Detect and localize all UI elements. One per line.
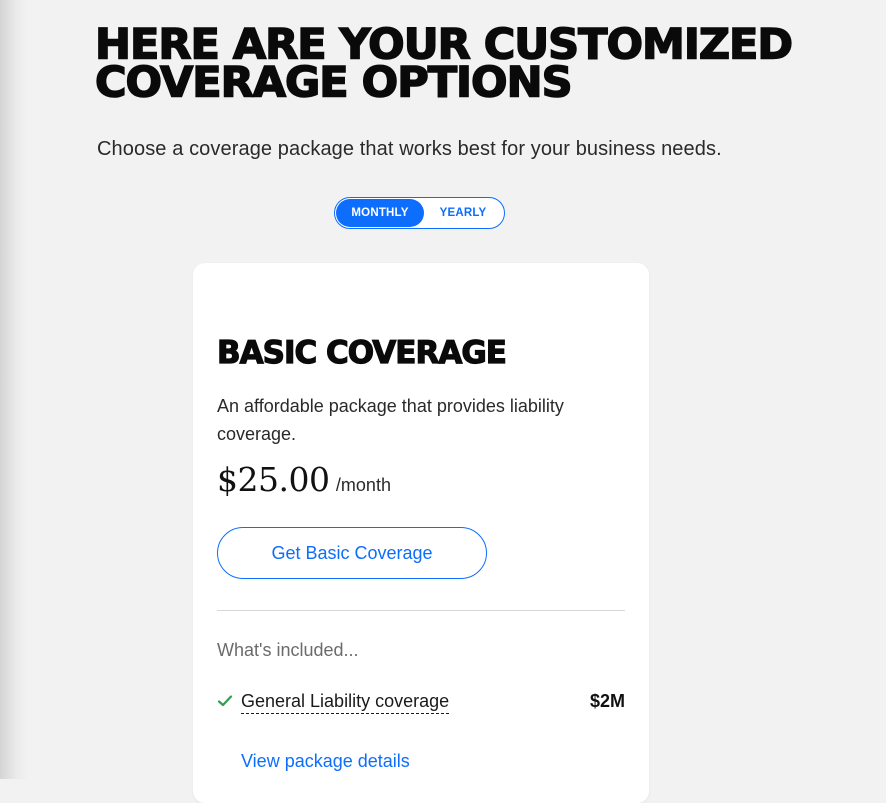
- check-icon: [217, 695, 233, 707]
- package-card: BASIC COVERAGE An affordable package tha…: [193, 263, 649, 803]
- included-label: What's included...: [217, 640, 359, 660]
- price-period: /month: [335, 475, 391, 495]
- package-title: BASIC COVERAGE: [216, 334, 507, 371]
- left-edge-shadow: [0, 0, 28, 779]
- toggle-monthly[interactable]: MONTHLY: [336, 199, 424, 227]
- toggle-yearly[interactable]: YEARLY: [424, 199, 502, 227]
- get-basic-coverage-button[interactable]: Get Basic Coverage: [217, 527, 487, 579]
- page-subtitle: Choose a coverage package that works bes…: [97, 138, 722, 160]
- divider: [217, 610, 625, 611]
- package-price: $25.00: [217, 460, 330, 499]
- feature-general-liability[interactable]: General Liability coverage: [241, 691, 450, 714]
- package-description: An affordable package that provides liab…: [217, 396, 564, 444]
- feature-limit-value: $2M: [589, 691, 625, 711]
- feature-row: General Liability coverage $2M: [217, 691, 625, 717]
- billing-period-toggle: MONTHLY YEARLY: [334, 197, 505, 229]
- page-headline: HERE ARE YOUR CUSTOMIZED COVERAGE OPTION…: [94, 20, 794, 108]
- price-row: $25.00 /month: [217, 460, 391, 499]
- view-package-details-link[interactable]: View package details: [241, 751, 410, 772]
